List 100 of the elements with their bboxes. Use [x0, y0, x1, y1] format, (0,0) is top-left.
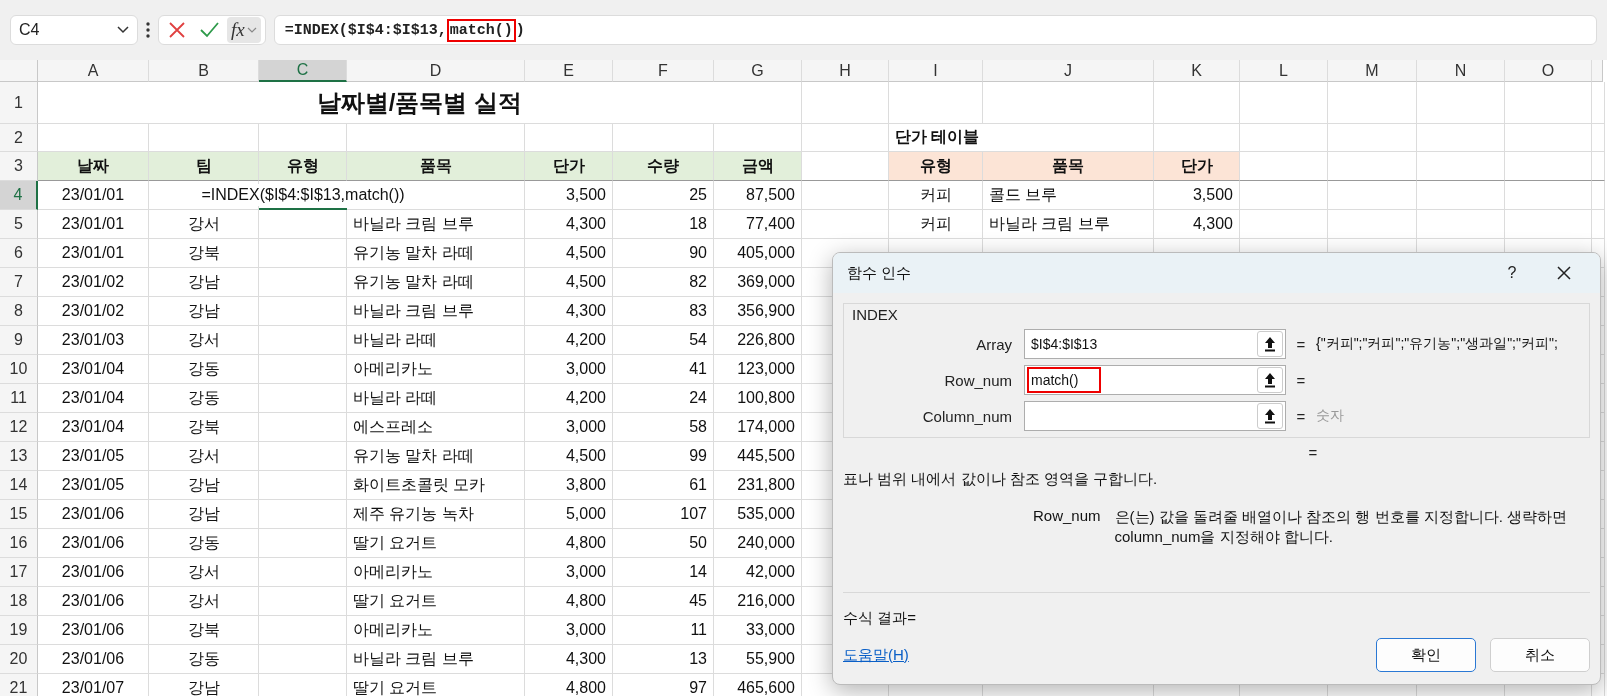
sheet-title: 날짜별/품목별 실적 — [38, 82, 802, 124]
table-cell: 23/01/01 — [38, 181, 149, 210]
row-header[interactable]: 6 — [0, 239, 38, 268]
table-cell: 23/01/06 — [38, 500, 149, 529]
table-cell: 강서 — [149, 558, 259, 587]
table-cell: 4,500 — [525, 442, 613, 471]
table-cell: 45 — [613, 587, 714, 616]
table-cell: 제주 유기농 녹차 — [347, 500, 525, 529]
table-cell: 유기농 말차 라떼 — [347, 239, 525, 268]
formula-input[interactable]: =INDEX($I$4:$I$13, match() ) — [273, 15, 1597, 45]
row-header[interactable]: 9 — [0, 326, 38, 355]
row-header[interactable]: 7 — [0, 268, 38, 297]
argument-result: {"커피";"커피";"유기농";"생과일";"커피"; — [1316, 335, 1558, 353]
row-header[interactable]: 14 — [0, 471, 38, 500]
table-cell: 4,200 — [525, 326, 613, 355]
table-cell: 11 — [613, 616, 714, 645]
table-cell: 226,800 — [714, 326, 802, 355]
name-box[interactable]: C4 — [10, 15, 138, 45]
row-header[interactable]: 1 — [0, 82, 38, 124]
ok-button[interactable]: 확인 — [1376, 638, 1476, 672]
column-header[interactable]: G — [714, 60, 802, 82]
table-cell: 445,500 — [714, 442, 802, 471]
table-cell: 커피 — [889, 210, 983, 239]
column-header[interactable]: A — [38, 60, 149, 82]
table-cell: 23/01/02 — [38, 297, 149, 326]
column-heading: 단가 — [1154, 152, 1240, 181]
row-header[interactable]: 15 — [0, 500, 38, 529]
column-header[interactable]: M — [1328, 60, 1417, 82]
cell-editor[interactable]: =INDEX($I$4:$I$13,match()) — [199, 184, 407, 206]
table-cell: 4,800 — [525, 587, 613, 616]
table-cell: 41 — [613, 355, 714, 384]
column-heading: 팀 — [149, 152, 259, 181]
table-cell: 3,800 — [525, 471, 613, 500]
table-cell: 23/01/01 — [38, 210, 149, 239]
table-cell: 77,400 — [714, 210, 802, 239]
help-button[interactable]: ? — [1490, 263, 1534, 283]
row-header[interactable]: 4 — [0, 181, 38, 210]
row-header[interactable]: 5 — [0, 210, 38, 239]
column-header[interactable]: N — [1417, 60, 1505, 82]
table-cell: 3,000 — [525, 558, 613, 587]
argument-field[interactable]: match() — [1024, 365, 1286, 395]
insert-function-button[interactable]: fx — [227, 17, 261, 43]
table-cell: 24 — [613, 384, 714, 413]
row-header[interactable]: 8 — [0, 297, 38, 326]
table-cell: 82 — [613, 268, 714, 297]
table-cell: 강남 — [149, 471, 259, 500]
table-cell: 3,000 — [525, 616, 613, 645]
table-cell: 3,500 — [1154, 181, 1240, 210]
row-header[interactable]: 19 — [0, 616, 38, 645]
table-title: 단가 테이블 — [889, 124, 1154, 152]
table-cell: 에스프레소 — [347, 413, 525, 442]
row-header[interactable]: 16 — [0, 529, 38, 558]
table-cell: 33,000 — [714, 616, 802, 645]
row-header[interactable]: 13 — [0, 442, 38, 471]
row-header[interactable]: 2 — [0, 124, 38, 152]
table-cell: 4,200 — [525, 384, 613, 413]
column-header[interactable]: J — [983, 60, 1154, 82]
row-header[interactable]: 10 — [0, 355, 38, 384]
function-name: INDEX — [852, 306, 899, 323]
table-cell: 아메리카노 — [347, 616, 525, 645]
table-cell: 3,500 — [525, 181, 613, 210]
column-header[interactable]: B — [149, 60, 259, 82]
table-cell: 딸기 요거트 — [347, 587, 525, 616]
column-heading: 품목 — [983, 152, 1154, 181]
column-header[interactable]: C — [259, 60, 347, 82]
table-cell: 유기농 말차 라떼 — [347, 268, 525, 297]
table-cell: 4,300 — [525, 645, 613, 674]
table-cell: 18 — [613, 210, 714, 239]
table-cell: 강동 — [149, 529, 259, 558]
column-header[interactable]: H — [802, 60, 889, 82]
help-link[interactable]: 도움말(H) — [843, 645, 1362, 665]
column-header[interactable]: D — [347, 60, 525, 82]
row-header[interactable]: 17 — [0, 558, 38, 587]
equals-sign: = — [1295, 371, 1307, 389]
table-cell: 405,000 — [714, 239, 802, 268]
row-header[interactable]: 20 — [0, 645, 38, 674]
argument-value: $I$4:$I$13 — [1030, 335, 1099, 354]
argument-field[interactable]: $I$4:$I$13 — [1024, 329, 1286, 359]
table-cell: 23/01/04 — [38, 413, 149, 442]
column-header[interactable]: E — [525, 60, 613, 82]
table-cell: 61 — [613, 471, 714, 500]
table-cell: 356,900 — [714, 297, 802, 326]
argument-name: Row_num — [1033, 507, 1101, 526]
cancel-button[interactable]: 취소 — [1490, 638, 1590, 672]
column-header[interactable]: F — [613, 60, 714, 82]
table-cell: 강동 — [149, 384, 259, 413]
column-header[interactable]: K — [1154, 60, 1240, 82]
row-header[interactable]: 18 — [0, 587, 38, 616]
table-cell: 강북 — [149, 239, 259, 268]
row-header[interactable]: 11 — [0, 384, 38, 413]
table-cell: 강남 — [149, 268, 259, 297]
column-heading: 유형 — [259, 152, 347, 181]
column-header[interactable]: L — [1240, 60, 1328, 82]
row-header[interactable]: 3 — [0, 152, 38, 181]
table-cell: 23/01/06 — [38, 587, 149, 616]
row-header[interactable]: 21 — [0, 674, 38, 696]
column-header[interactable]: I — [889, 60, 983, 82]
column-header[interactable]: O — [1505, 60, 1592, 82]
table-cell: 23/01/04 — [38, 384, 149, 413]
row-header[interactable]: 12 — [0, 413, 38, 442]
